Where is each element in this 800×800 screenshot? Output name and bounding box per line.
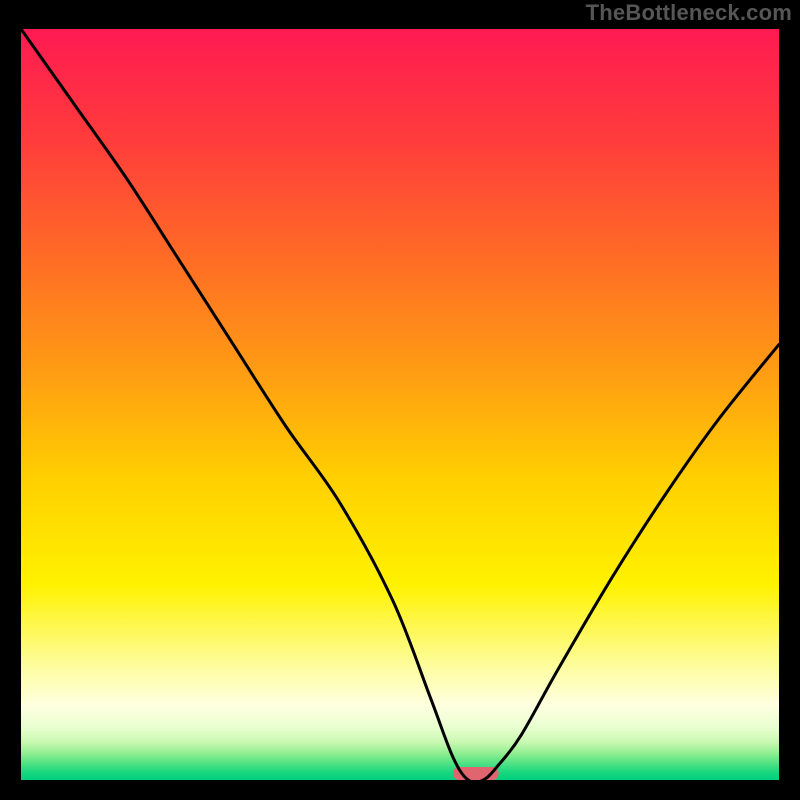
- bottleneck-chart: [21, 29, 779, 780]
- attribution-text: TheBottleneck.com: [586, 0, 792, 26]
- chart-frame: TheBottleneck.com: [0, 0, 800, 800]
- gradient-background: [21, 29, 779, 780]
